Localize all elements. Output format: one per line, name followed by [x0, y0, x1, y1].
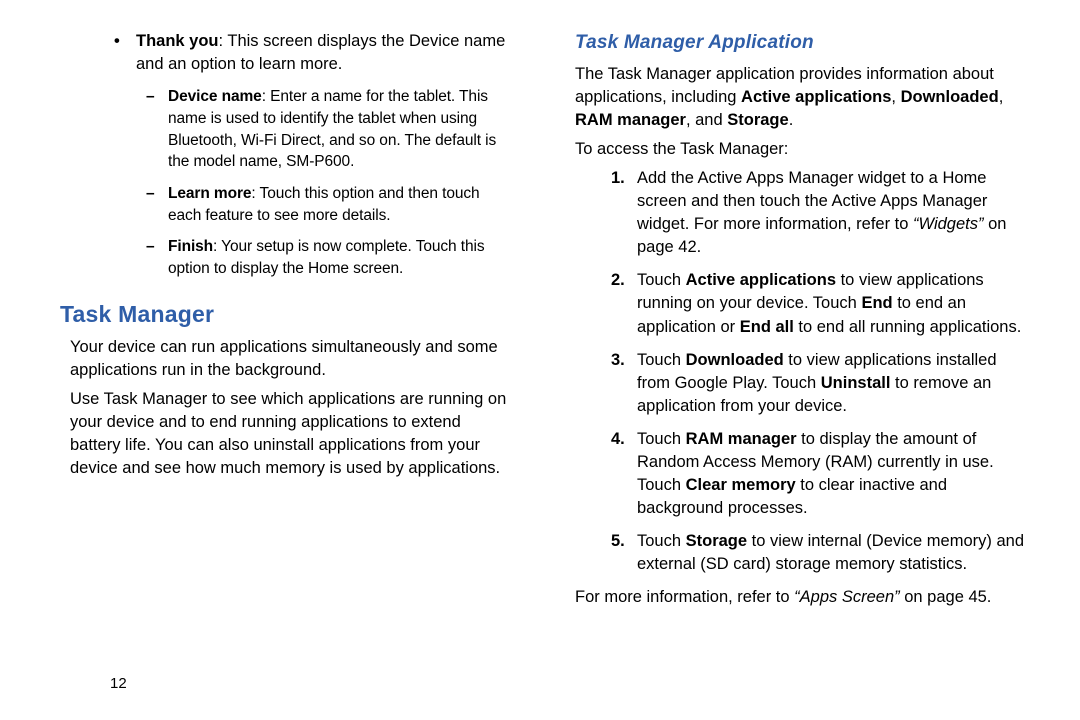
intro-bold: Downloaded [901, 88, 999, 106]
step-item: 4. Touch RAM manager to display the amou… [611, 428, 1030, 520]
bullet-list: • Thank you: This screen displays the De… [60, 30, 515, 76]
bullet-marker: • [114, 30, 136, 53]
step-item: 1. Add the Active Apps Manager widget to… [611, 167, 1030, 259]
intro-bold: Active applications [741, 88, 891, 106]
access-line: To access the Task Manager: [575, 138, 1030, 161]
step-text: Touch Downloaded to view applications in… [637, 349, 1030, 418]
dash-lead: Device name [168, 88, 262, 105]
dash-text: Device name: Enter a name for the tablet… [168, 86, 515, 173]
dash-marker: – [146, 86, 168, 108]
paragraph: Your device can run applications simulta… [70, 336, 515, 382]
dash-text: Finish: Your setup is now complete. Touc… [168, 236, 515, 279]
dash-list: – Device name: Enter a name for the tabl… [60, 86, 515, 280]
right-column: Task Manager Application The Task Manage… [565, 30, 1030, 690]
page-number: 12 [110, 675, 127, 692]
page: • Thank you: This screen displays the De… [0, 0, 1080, 720]
reference-italic: “Widgets” [913, 215, 983, 233]
heading-task-manager-application: Task Manager Application [575, 30, 1030, 57]
task-manager-paragraphs: Your device can run applications simulta… [60, 336, 515, 481]
step-item: 3. Touch Downloaded to view applications… [611, 349, 1030, 418]
paragraph: Use Task Manager to see which applicatio… [70, 388, 515, 480]
step-number: 3. [611, 349, 637, 372]
dash-item: – Learn more: Touch this option and then… [146, 183, 515, 226]
step-item: 5. Touch Storage to view internal (Devic… [611, 530, 1030, 576]
steps-list: 1. Add the Active Apps Manager widget to… [575, 167, 1030, 577]
dash-item: – Finish: Your setup is now complete. To… [146, 236, 515, 279]
dash-rest: : Your setup is now complete. Touch this… [168, 238, 484, 277]
bullet-item: • Thank you: This screen displays the De… [114, 30, 515, 76]
step-item: 2. Touch Active applications to view app… [611, 269, 1030, 338]
dash-marker: – [146, 236, 168, 258]
step-number: 5. [611, 530, 637, 553]
intro-bold: RAM manager [575, 111, 686, 129]
left-column: • Thank you: This screen displays the De… [60, 30, 525, 690]
step-text: Touch Storage to view internal (Device m… [637, 530, 1030, 576]
dash-lead: Finish [168, 238, 213, 255]
step-number: 1. [611, 167, 637, 190]
step-number: 4. [611, 428, 637, 451]
intro-bold: Storage [727, 111, 788, 129]
step-text: Add the Active Apps Manager widget to a … [637, 167, 1030, 259]
bullet-text: Thank you: This screen displays the Devi… [136, 30, 515, 76]
reference-italic: “Apps Screen” [794, 588, 899, 606]
step-number: 2. [611, 269, 637, 292]
dash-lead: Learn more [168, 185, 251, 202]
intro-paragraph: The Task Manager application provides in… [575, 63, 1030, 132]
heading-task-manager: Task Manager [60, 298, 515, 330]
trailing-reference: For more information, refer to “Apps Scr… [575, 586, 1030, 609]
dash-text: Learn more: Touch this option and then t… [168, 183, 515, 226]
step-text: Touch Active applications to view applic… [637, 269, 1030, 338]
dash-marker: – [146, 183, 168, 205]
bullet-lead: Thank you [136, 32, 219, 50]
step-text: Touch RAM manager to display the amount … [637, 428, 1030, 520]
dash-item: – Device name: Enter a name for the tabl… [146, 86, 515, 173]
